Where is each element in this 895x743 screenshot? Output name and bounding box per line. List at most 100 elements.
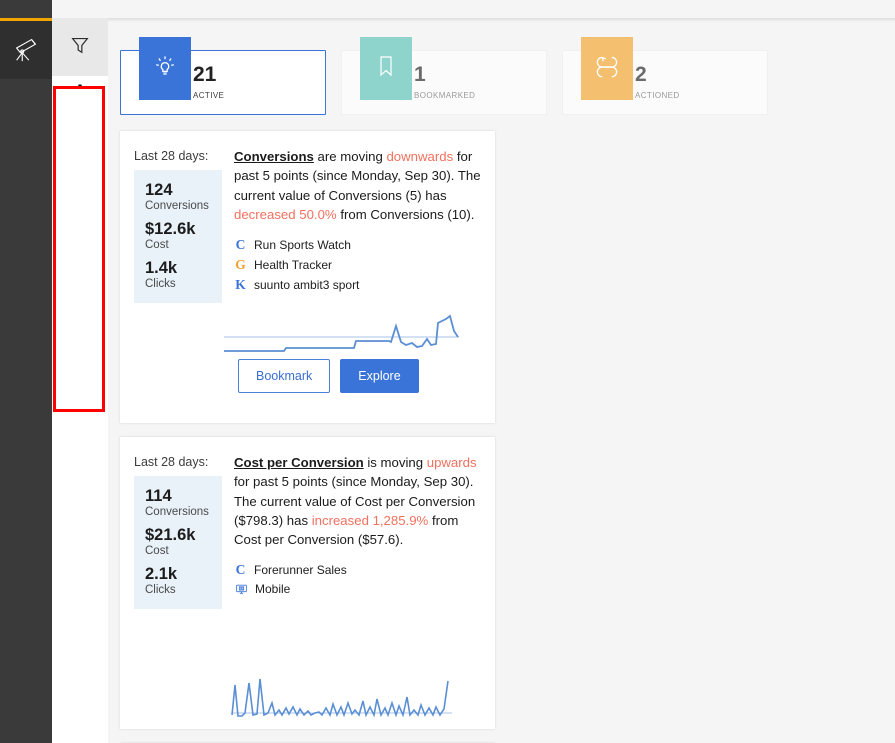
sparkline-chart [224,663,474,729]
actioned-knot-icon [592,51,622,86]
insight-tail: from Conversions (10). [336,206,475,222]
kpi-period-label: Last 28 days: [134,455,209,469]
filter-funnel-icon [69,34,91,61]
entity-label: suunto ambit3 sport [254,278,360,293]
insight-change: decreased 50.0% [234,206,337,222]
insight-metric[interactable]: Cost per Conversion [234,455,364,470]
kpi-value: $21.6k [145,525,196,544]
filter-button[interactable] [52,18,108,76]
stat-actioned-label: Actioned [635,89,680,102]
insight-verb: are moving [313,149,387,164]
device-monitor-icon [72,209,89,231]
sidebar-item-time[interactable] [52,268,108,300]
app-root: A C G K 21 active 1 bookmarked 2 actione… [0,0,895,743]
kpi-name: Cost [145,544,169,557]
insight-sentence: Cost per Conversion is moving upwards fo… [234,453,481,549]
sidebar-item-achievements[interactable] [52,332,108,364]
kpi-name: Conversions [145,199,209,212]
kpi-name: Cost [145,238,169,251]
lightbulb-tile [139,37,191,100]
insight-metric[interactable]: Conversions [234,149,314,164]
letter-c-icon: C [73,113,87,134]
sidebar-item-c[interactable]: C [52,108,108,140]
kpi-value: $12.6k [145,219,196,238]
stat-bookmarked-count: 1 [414,62,426,86]
main-content: 21 Active 1 Bookmarked [108,18,895,743]
stat-tiles: 21 Active 1 Bookmarked [120,37,768,115]
sidebar-item-feed[interactable] [52,364,108,396]
entity-row[interactable]: K suunto ambit3 sport [234,277,481,293]
card-body: Last 28 days: 114 Conversions $21.6k Cos… [134,451,481,610]
stat-actioned-text: 2 Actioned [635,62,680,102]
stat-tile-bookmarked[interactable]: 1 Bookmarked [341,37,547,115]
sidebar-item-location[interactable] [52,236,108,268]
stat-active-count: 21 [193,62,217,86]
stat-active-label: Active [193,89,225,102]
entity-row[interactable]: C Forerunner Sales [234,562,481,578]
stat-active-text: 21 Active [193,62,225,102]
insight-sentence: Conversions are moving downwards for pas… [234,147,481,224]
insight-direction: downwards [386,149,454,164]
kpi-period-label: Last 28 days: [134,149,209,163]
card-actions: Bookmark Explore [238,359,419,393]
kpi-value: 1.4k [145,258,178,277]
kpi-box: 114 Conversions $21.6k Cost 2.1k Clicks [134,476,222,610]
card-body: Last 28 days: 124 Conversions $12.6k Cos… [134,145,481,304]
telescope-logo-tile[interactable] [0,18,52,79]
lightbulb-icon [150,51,180,86]
bookmark-icon [372,52,400,85]
actioned-tile [581,37,633,100]
entity-list: C Run Sports Watch G Health Tracker K su… [234,237,481,293]
insight-card-grid: Last 28 days: 124 Conversions $12.6k Cos… [120,131,883,743]
device-monitor-icon [234,582,248,596]
kpi-value: 124 [145,181,173,199]
telescope-icon [11,33,41,68]
entity-row[interactable]: G Health Tracker [234,257,481,273]
sidebar-item-g[interactable]: G [52,140,108,172]
insight-direction: upwards [426,455,477,470]
insight-card[interactable]: Last 28 days: 114 Conversions $21.6k Cos… [120,437,495,729]
letter-k-icon: K [235,277,246,293]
entity-label: Forerunner Sales [254,563,347,578]
location-pin-icon [72,241,89,263]
kpi-name: Clicks [145,277,176,290]
explore-button[interactable]: Explore [340,359,419,393]
entity-list: C Forerunner Sales Mobile [234,562,481,596]
stat-bookmarked-text: 1 Bookmarked [414,62,476,102]
sidebar-item-k[interactable]: K [52,172,108,204]
stat-actioned-count: 2 [635,62,647,86]
letter-a-icon: A [73,81,87,102]
entity-row[interactable]: Mobile [234,582,481,596]
kpi-value: 2.1k [145,564,178,583]
letter-c-icon: C [235,562,246,578]
kpi-column: Last 28 days: 114 Conversions $21.6k Cos… [134,451,222,610]
sidebar-item-a[interactable]: A [52,76,108,108]
entity-label: Mobile [255,582,291,597]
kpi-name: Clicks [145,583,176,596]
insight-card[interactable]: Last 28 days: 124 Conversions $12.6k Cos… [120,131,495,423]
stat-tile-actioned[interactable]: 2 Actioned [562,37,768,115]
trophy-icon [72,337,89,359]
letter-g-icon: G [72,145,88,166]
text-column: Conversions are moving downwards for pas… [234,145,481,303]
clock-icon [72,273,89,295]
dark-sidebar [0,0,52,743]
top-shadow [108,18,895,22]
sidebar-item-list: A C G K [52,76,108,396]
stat-bookmarked-label: Bookmarked [414,89,476,102]
letter-k-icon: K [72,177,88,198]
sidebar-item-device[interactable] [52,204,108,236]
sidebar-item-performance[interactable] [52,300,108,332]
entity-row[interactable]: C Run Sports Watch [234,237,481,253]
rss-signal-icon [72,369,89,391]
bookmark-button[interactable]: Bookmark [238,359,331,393]
bar-chart-icon [72,305,89,327]
kpi-value: 114 [145,487,172,505]
kpi-box: 124 Conversions $12.6k Cost 1.4k Clicks [134,170,222,304]
entity-label: Health Tracker [254,258,333,273]
sparkline-chart [224,301,474,367]
bookmark-tile [360,37,412,100]
text-column: Cost per Conversion is moving upwards fo… [234,451,481,609]
kpi-column: Last 28 days: 124 Conversions $12.6k Cos… [134,145,222,304]
stat-tile-active[interactable]: 21 Active [120,37,326,115]
